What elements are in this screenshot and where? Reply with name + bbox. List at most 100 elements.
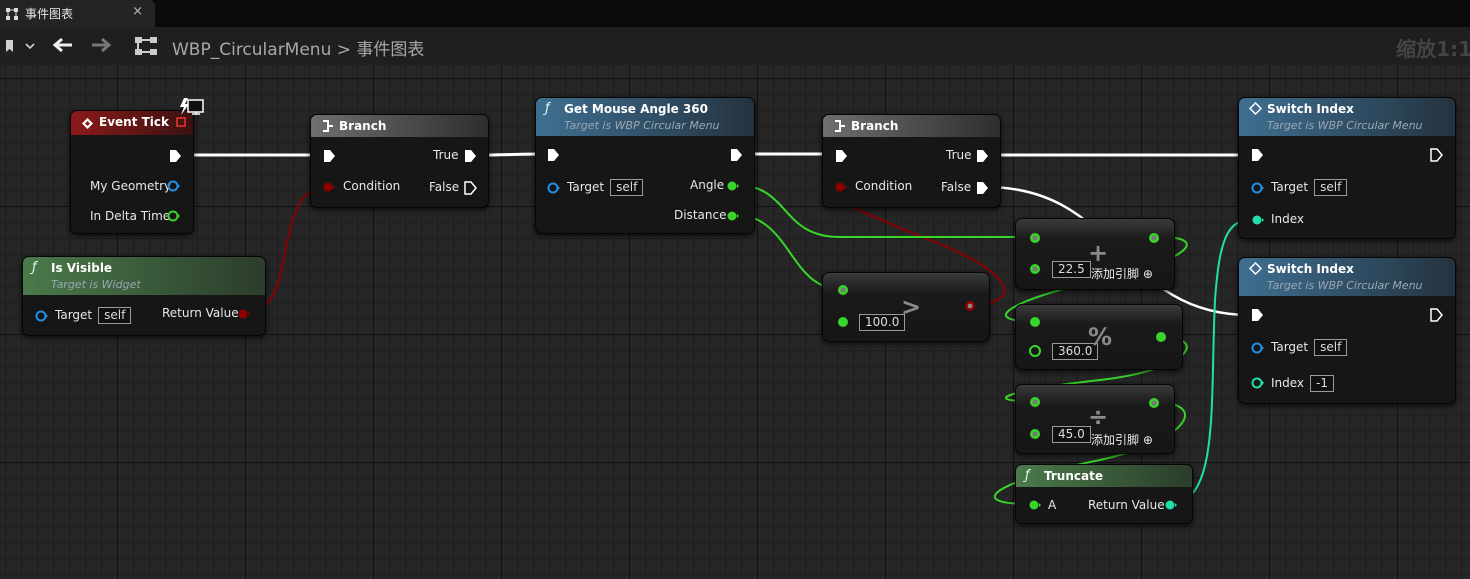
b-value-input[interactable]: 100.0 xyxy=(859,314,906,331)
return-value-pin[interactable] xyxy=(237,308,251,320)
return-value-label: Return Value xyxy=(1088,498,1165,512)
target-label: Target xyxy=(567,180,605,194)
input-a-pin[interactable] xyxy=(1028,231,1042,245)
target-value-input[interactable]: self xyxy=(98,307,132,324)
greater-operator: > xyxy=(901,293,922,321)
index-pin[interactable] xyxy=(1251,377,1265,389)
target-pin[interactable] xyxy=(1251,342,1265,354)
toolbar: WBP_CircularMenu > 事件图表 缩放1:1 xyxy=(0,27,1470,65)
distance-pin[interactable] xyxy=(726,210,740,222)
input-a-pin[interactable] xyxy=(1028,315,1042,329)
exec-out-pin[interactable] xyxy=(168,149,182,163)
target-row: Target self xyxy=(1271,339,1348,356)
index-label: Index xyxy=(1271,376,1305,390)
exec-false-pin[interactable] xyxy=(975,181,989,195)
exec-true-pin[interactable] xyxy=(463,149,477,163)
node-title: Branch xyxy=(339,119,387,133)
input-b-pin[interactable] xyxy=(1028,344,1042,358)
target-value-input[interactable]: self xyxy=(1314,339,1348,356)
back-arrow-icon[interactable] xyxy=(52,37,74,53)
condition-pin[interactable] xyxy=(322,181,336,193)
condition-pin[interactable] xyxy=(834,181,848,193)
event-tick-node[interactable]: Event Tick My Geometry In Delta Time xyxy=(70,110,194,234)
in-delta-time-label: In Delta Time xyxy=(90,209,171,223)
condition-label: Condition xyxy=(343,179,401,193)
b-value-input[interactable]: 45.0 xyxy=(1052,426,1091,443)
target-value-input[interactable]: self xyxy=(610,179,644,196)
add-node[interactable]: 22.5 + 添加引脚 ⊕ xyxy=(1015,218,1175,290)
modulo-operator: % xyxy=(1088,323,1113,351)
truncate-node[interactable]: ƒ Truncate A Return Value xyxy=(1015,464,1193,524)
exec-in-pin[interactable] xyxy=(322,149,336,163)
exec-in-pin[interactable] xyxy=(546,148,560,162)
branch-icon xyxy=(323,120,333,132)
forward-arrow-icon[interactable] xyxy=(90,37,112,53)
result-pin[interactable] xyxy=(1154,330,1168,344)
condition-label: Condition xyxy=(855,179,913,193)
input-b-pin[interactable] xyxy=(836,315,850,329)
divide-node[interactable]: 45.0 ÷ 添加引脚 ⊕ xyxy=(1015,384,1175,454)
event-icon xyxy=(82,118,93,129)
result-pin[interactable] xyxy=(1147,231,1161,245)
add-pin-button[interactable]: 添加引脚 ⊕ xyxy=(1091,265,1153,282)
angle-label: Angle xyxy=(690,178,725,192)
tab-event-graph[interactable]: 事件图表 × xyxy=(0,0,155,27)
target-pin[interactable] xyxy=(547,182,561,194)
function-icon: ƒ xyxy=(1025,468,1030,483)
return-value-pin[interactable] xyxy=(1164,499,1178,511)
branch-node[interactable]: Branch True Condition False xyxy=(310,114,489,208)
result-pin[interactable] xyxy=(963,299,977,313)
input-a-pin[interactable] xyxy=(836,283,850,297)
greater-than-node[interactable]: 100.0 > xyxy=(822,272,990,342)
exec-in-pin[interactable] xyxy=(834,149,848,163)
b-value-input[interactable]: 22.5 xyxy=(1052,261,1091,278)
node-title: Get Mouse Angle 360 xyxy=(564,102,708,116)
result-pin[interactable] xyxy=(1147,396,1161,410)
branch-node[interactable]: Branch True Condition False xyxy=(822,114,1001,208)
graph-icon xyxy=(6,7,18,20)
exec-out-pin[interactable] xyxy=(1429,308,1443,322)
get-mouse-angle-node[interactable]: ƒ Get Mouse Angle 360 Target is WBP Circ… xyxy=(535,97,755,234)
exec-out-pin[interactable] xyxy=(1429,148,1443,162)
add-pin-button[interactable]: 添加引脚 ⊕ xyxy=(1091,431,1153,448)
tab-bar: 事件图表 × xyxy=(0,0,1470,27)
distance-label: Distance xyxy=(674,208,727,222)
exec-false-pin[interactable] xyxy=(463,181,477,195)
index-row: Index -1 xyxy=(1271,375,1335,392)
input-b-pin[interactable] xyxy=(1028,427,1042,441)
bookmark-icon[interactable] xyxy=(4,39,36,53)
exec-true-pin[interactable] xyxy=(975,149,989,163)
index-value-input[interactable]: -1 xyxy=(1310,375,1335,392)
input-a-pin[interactable] xyxy=(1028,395,1042,409)
modulo-node[interactable]: 360.0 % xyxy=(1015,304,1183,370)
plus-circle-icon: ⊕ xyxy=(1142,433,1153,447)
true-label: True xyxy=(433,148,459,162)
angle-pin[interactable] xyxy=(726,180,740,192)
exec-in-pin[interactable] xyxy=(1250,148,1264,162)
node-title: Switch Index xyxy=(1267,102,1354,116)
breadcrumb-separator: > xyxy=(336,40,352,60)
a-pin[interactable] xyxy=(1028,499,1042,511)
node-subtitle: Target is WBP Circular Menu xyxy=(564,119,720,132)
exec-out-pin[interactable] xyxy=(729,148,743,162)
add-pin-label: 添加引脚 xyxy=(1091,433,1140,447)
target-row: Target self xyxy=(1271,179,1348,196)
target-value-input[interactable]: self xyxy=(1314,179,1348,196)
breadcrumb-root[interactable]: WBP_CircularMenu xyxy=(172,40,331,60)
target-pin[interactable] xyxy=(1251,182,1265,194)
is-visible-node[interactable]: ƒ Is Visible Target is Widget Target self… xyxy=(22,256,266,336)
node-header: Switch Index Target is WBP Circular Menu xyxy=(1239,98,1455,136)
exec-in-pin[interactable] xyxy=(1250,308,1264,322)
index-pin[interactable] xyxy=(1251,214,1265,226)
target-pin[interactable] xyxy=(35,310,49,322)
switch-index-node[interactable]: Switch Index Target is WBP Circular Menu… xyxy=(1238,257,1456,404)
input-b-pin[interactable] xyxy=(1028,262,1042,276)
switch-icon xyxy=(1249,102,1262,115)
geometry-pin[interactable] xyxy=(167,180,181,192)
false-label: False xyxy=(941,180,972,194)
delta-time-pin[interactable] xyxy=(167,210,181,222)
switch-index-node[interactable]: Switch Index Target is WBP Circular Menu… xyxy=(1238,97,1456,239)
my-geometry-label: My Geometry xyxy=(90,179,172,193)
divide-operator: ÷ xyxy=(1088,403,1109,431)
close-icon[interactable]: × xyxy=(132,4,143,19)
